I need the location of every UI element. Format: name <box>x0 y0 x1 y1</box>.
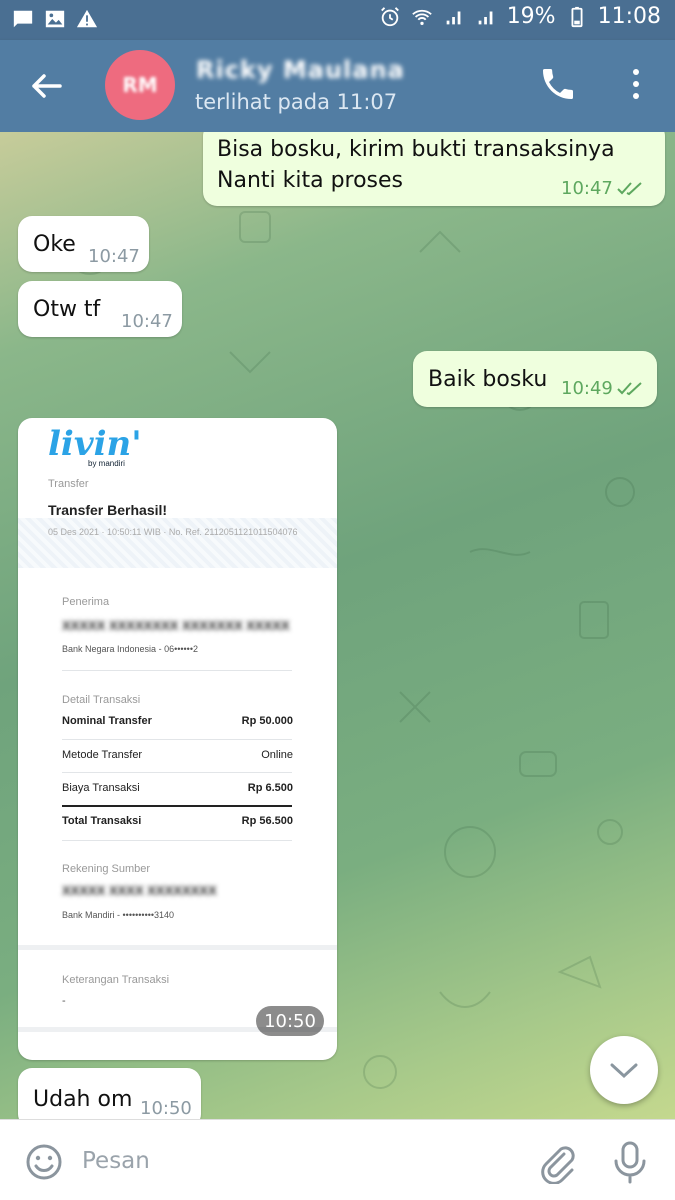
emoji-icon[interactable] <box>24 1142 64 1182</box>
note-value: - <box>62 995 66 1007</box>
message-text: Oke <box>33 232 76 257</box>
detail-label: Detail Transaksi <box>62 694 141 706</box>
recipient-bank: Bank Negara Indonesia - 06••••••2 <box>62 644 198 654</box>
row-label: Nominal Transfer <box>62 715 152 727</box>
more-menu-icon[interactable] <box>618 64 654 104</box>
image-message-receipt[interactable]: livin' by mandiri Transfer Transfer Berh… <box>18 418 337 1060</box>
livin-logo: livin' <box>48 424 142 464</box>
row-value: Rp 50.000 <box>241 715 293 727</box>
source-label: Rekening Sumber <box>62 863 151 875</box>
chat-header: RM Ricky Maulana terlihat pada 11:07 <box>0 40 675 132</box>
row-value: Online <box>261 749 293 761</box>
message-input[interactable] <box>82 1144 502 1178</box>
scroll-to-bottom-button[interactable] <box>590 1036 658 1104</box>
avatar[interactable]: RM <box>105 50 175 120</box>
source-name: XXXXX XXXX XXXXXXXX <box>62 883 217 898</box>
receipt-pattern-band <box>18 518 337 568</box>
message-text: Otw tf <box>33 297 101 322</box>
back-arrow-icon[interactable] <box>22 62 70 110</box>
message-time: 10:47 <box>88 246 140 267</box>
message-time: 10:47 <box>561 178 613 199</box>
message-bubble-outgoing[interactable]: Bisa bosku, kirim bukti transaksinya Nan… <box>203 132 665 206</box>
mandiri-logo: by mandiri <box>88 459 125 468</box>
contact-last-seen: terlihat pada 11:07 <box>195 90 398 114</box>
divider <box>62 670 292 671</box>
message-bubble-outgoing[interactable]: Baik bosku 10:49 <box>413 351 657 407</box>
divider <box>62 739 292 740</box>
row-label: Biaya Transaksi <box>62 782 140 794</box>
double-check-icon <box>617 382 642 396</box>
source-bank: Bank Mandiri - ••••••••••3140 <box>62 910 175 920</box>
message-bubble-incoming[interactable]: Oke 10:47 <box>18 216 149 272</box>
image-time-pill: 10:50 <box>256 1006 324 1036</box>
message-time: 10:50 <box>140 1098 192 1119</box>
alarm-icon <box>380 6 399 26</box>
message-text-line: Bisa bosku, kirim bukti transaksinya <box>217 137 615 162</box>
divider <box>62 840 292 841</box>
receipt-title: Transfer Berhasil! <box>48 502 168 518</box>
avatar-initials: RM <box>122 73 158 97</box>
message-text-line: Nanti kita proses <box>217 168 404 193</box>
recipient-name: XXXXX XXXXXXXX XXXXXXX XXXXX <box>62 618 290 633</box>
divider <box>62 772 292 773</box>
message-input-bar <box>0 1119 675 1200</box>
paperclip-icon[interactable] <box>536 1140 576 1184</box>
message-text: Udah om <box>33 1087 133 1112</box>
phone-call-icon[interactable] <box>538 64 578 104</box>
receipt-section-label: Transfer <box>48 478 89 490</box>
clock: 11:08 <box>597 4 661 29</box>
note-label: Keterangan Transaksi <box>62 974 170 986</box>
wifi-icon <box>411 9 432 25</box>
row-value: Rp 56.500 <box>241 815 293 827</box>
battery-percent: 19% <box>506 4 556 29</box>
image-notification-icon <box>45 10 65 28</box>
message-time: 10:47 <box>121 311 173 332</box>
message-bubble-incoming[interactable]: Udah om 10:50 <box>18 1068 201 1119</box>
signal-icon <box>446 11 461 24</box>
signal-2-icon <box>478 11 493 24</box>
message-bubble-incoming[interactable]: Otw tf 10:47 <box>18 281 182 337</box>
recipient-label: Penerima <box>62 596 110 608</box>
section-divider <box>18 945 337 950</box>
message-time: 10:49 <box>561 378 613 399</box>
battery-icon <box>571 6 583 27</box>
row-value: Rp 6.500 <box>247 782 293 794</box>
row-label: Total Transaksi <box>62 815 142 827</box>
microphone-icon[interactable] <box>612 1140 648 1184</box>
row-label: Metode Transfer <box>62 749 143 761</box>
double-check-icon <box>617 182 642 196</box>
message-text: Baik bosku <box>428 367 548 392</box>
chevron-down-icon <box>610 1063 638 1079</box>
contact-name[interactable]: Ricky Maulana <box>196 56 405 84</box>
chat-notification-icon <box>13 10 33 28</box>
warning-icon <box>76 9 98 28</box>
status-bar: 19% 11:08 <box>0 0 675 40</box>
receipt-meta: 05 Des 2021 · 10:50:11 WIB · No. Ref. 21… <box>48 527 298 537</box>
total-divider <box>62 805 292 807</box>
chat-area[interactable]: Bisa bosku, kirim bukti transaksinya Nan… <box>0 132 675 1119</box>
